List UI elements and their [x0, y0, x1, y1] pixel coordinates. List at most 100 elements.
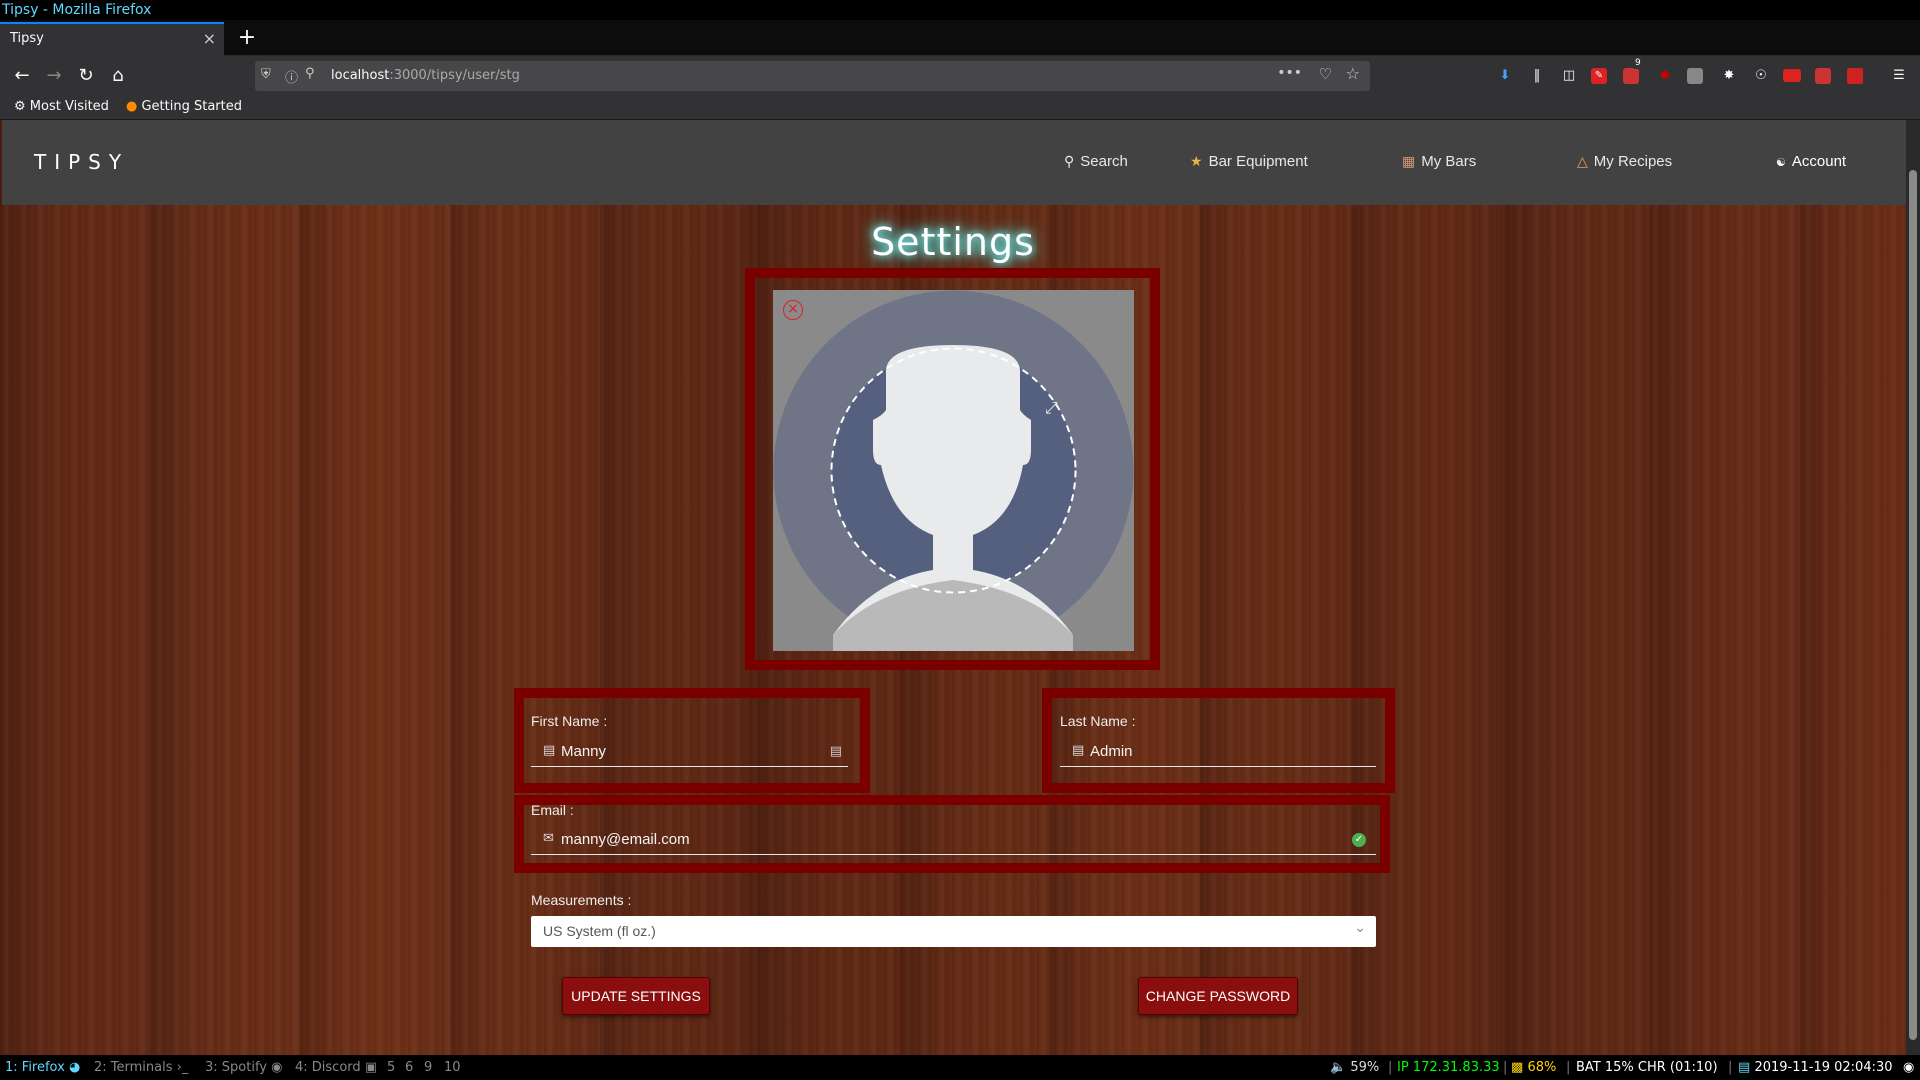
volume-status[interactable]: 🔈 59% [1330, 1055, 1379, 1080]
bookmark-most-visited[interactable]: ⚙ Most Visited [14, 99, 109, 114]
youtube-icon[interactable] [1783, 69, 1801, 82]
nav-label: My Bars [1421, 153, 1477, 170]
workspace-2[interactable]: 2: Terminals ›_ [94, 1055, 188, 1080]
bookmark-label: Most Visited [29, 99, 109, 114]
workspace-4[interactable]: 4: Discord ▣ [295, 1055, 377, 1080]
volume-icon: 🔈 [1330, 1060, 1347, 1075]
page-scrollbar[interactable] [1906, 120, 1920, 1055]
bottle-icon: △ [1577, 153, 1588, 169]
nav-bar-equipment[interactable]: ★ Bar Equipment [1190, 153, 1308, 170]
first-name-field[interactable]: ▤ Manny ▤ [531, 737, 848, 767]
url-text[interactable]: localhost:3000/tipsy/user/stg [331, 68, 520, 83]
workspace-label: 3: Spotify [205, 1060, 267, 1075]
email-field[interactable]: ✉ manny@email.com ✓ [531, 825, 1376, 855]
measurements-select[interactable]: US System (fl oz.) ⌄ [531, 916, 1376, 947]
workspace-5[interactable]: 5 [387, 1055, 395, 1080]
remove-photo-icon[interactable]: × [783, 300, 803, 320]
extension-gift-icon[interactable] [1815, 68, 1831, 84]
nav-my-recipes[interactable]: △ My Recipes [1577, 153, 1672, 170]
extension-feather-icon[interactable]: ✸ [1719, 66, 1739, 86]
app-logo[interactable]: TIPSY [34, 150, 129, 174]
search-icon: ⚲ [1064, 153, 1075, 169]
gear-icon: ⚙ [14, 99, 26, 114]
library-icon[interactable]: ‖ [1527, 66, 1547, 86]
valid-check-icon: ✓ [1352, 833, 1366, 847]
first-name-value: Manny [561, 743, 607, 760]
separator: | [1566, 1060, 1571, 1075]
nav-label: Bar Equipment [1208, 153, 1308, 170]
sidebar-icon[interactable]: ◫ [1559, 66, 1579, 86]
extension-badge: 9 [1633, 58, 1643, 69]
nav-account[interactable]: ☯ Account [1776, 153, 1846, 170]
wifi-status: ▩ 68% [1511, 1055, 1556, 1080]
tab-tipsy[interactable]: Tipsy × [0, 22, 224, 56]
hamburger-menu-icon[interactable]: ☰ [1889, 66, 1909, 86]
measurements-label: Measurements : [531, 892, 632, 908]
workspace-1[interactable]: 1: Firefox ◕ [5, 1055, 80, 1080]
account-circle-icon[interactable]: ☉ [1751, 66, 1771, 86]
separator: | [1388, 1060, 1393, 1075]
measurements-value: US System (fl oz.) [543, 923, 656, 939]
last-name-label: Last Name : [1060, 713, 1136, 729]
firefox-icon: ◕ [68, 1060, 81, 1075]
key-icon[interactable]: ⚲ [305, 66, 315, 81]
scrollbar-thumb[interactable] [1909, 170, 1917, 1040]
tracking-shield-icon[interactable]: ⛨ [261, 67, 271, 82]
bar-icon: ▦ [1402, 153, 1416, 169]
autofill-card-icon[interactable]: ▤ [830, 744, 842, 759]
last-name-field[interactable]: ▤ Admin [1060, 737, 1376, 767]
new-tab-button[interactable]: + [232, 22, 262, 54]
workspace-9[interactable]: 9 [424, 1055, 432, 1080]
update-settings-button[interactable]: UPDATE SETTINGS [562, 977, 710, 1015]
extension-todo-icon[interactable]: 9 [1623, 58, 1643, 84]
forward-icon[interactable]: → [40, 62, 68, 90]
workspace-6[interactable]: 6 [405, 1055, 413, 1080]
nav-my-bars[interactable]: ▦ My Bars [1402, 153, 1476, 170]
id-card-icon: ▤ [1072, 743, 1085, 758]
terminal-icon: ›_ [176, 1060, 189, 1075]
page-actions-icon[interactable]: ••• [1277, 65, 1302, 81]
email-label: Email : [531, 802, 574, 818]
avatar-image [773, 290, 1134, 651]
first-name-label: First Name : [531, 713, 608, 729]
datetime-value: 2019-11-19 02:04:30 [1754, 1060, 1893, 1075]
page-title: Settings [871, 220, 1035, 264]
nav-label: Search [1080, 153, 1128, 170]
reload-icon[interactable]: ↻ [72, 62, 100, 90]
bookmark-getting-started[interactable]: ● Getting Started [126, 99, 242, 114]
calendar-icon: ▤ [1738, 1060, 1751, 1075]
workspace-3[interactable]: 3: Spotify ◉ [205, 1055, 282, 1080]
tab-close-icon[interactable]: × [203, 24, 216, 54]
datetime-status: ▤ 2019-11-19 02:04:30 [1738, 1055, 1893, 1080]
spotify-icon: ◉ [271, 1060, 283, 1075]
change-password-button[interactable]: CHANGE PASSWORD [1138, 977, 1298, 1015]
wifi-value: 68% [1527, 1060, 1557, 1075]
downloads-icon[interactable]: ⬇ [1495, 66, 1515, 86]
home-icon[interactable]: ⌂ [104, 62, 132, 90]
nav-label: Account [1791, 153, 1847, 170]
lastpass-icon[interactable] [1847, 68, 1863, 84]
account-icon: ☯ [1776, 157, 1786, 169]
back-icon[interactable]: ← [8, 62, 36, 90]
window-title: Tipsy - Mozilla Firefox [0, 0, 1920, 20]
ublock-icon[interactable]: ⬢ [1655, 66, 1675, 86]
resize-handle-icon[interactable]: ⤢ [1045, 398, 1058, 418]
id-card-icon: ▤ [543, 743, 556, 758]
bookmarks-toolbar: ⚙ Most Visited ● Getting Started [0, 96, 1920, 120]
extension-pen-icon[interactable]: ✎ [1591, 68, 1607, 84]
tray-icon[interactable]: ◉ [1903, 1055, 1914, 1080]
discord-icon: ▣ [364, 1060, 378, 1075]
bookmark-label: Getting Started [141, 99, 242, 114]
url-bar[interactable]: ⛨ ⓘ ⚲ localhost:3000/tipsy/user/stg ••• … [255, 61, 1370, 91]
nav-search[interactable]: ⚲ Search [1064, 153, 1128, 170]
email-value: manny@email.com [561, 831, 690, 848]
workspace-label: 1: Firefox [5, 1060, 65, 1075]
url-host: localhost [331, 68, 390, 83]
ip-status: IP 172.31.83.33 [1397, 1060, 1500, 1075]
pocket-icon[interactable]: ♡ [1319, 65, 1332, 83]
avatar-upload[interactable]: × ⤢ [773, 290, 1134, 651]
workspace-10[interactable]: 10 [444, 1055, 461, 1080]
extension-translate-icon[interactable] [1687, 68, 1703, 84]
bookmark-star-icon[interactable]: ☆ [1346, 64, 1360, 83]
site-info-icon[interactable]: ⓘ [285, 67, 298, 86]
